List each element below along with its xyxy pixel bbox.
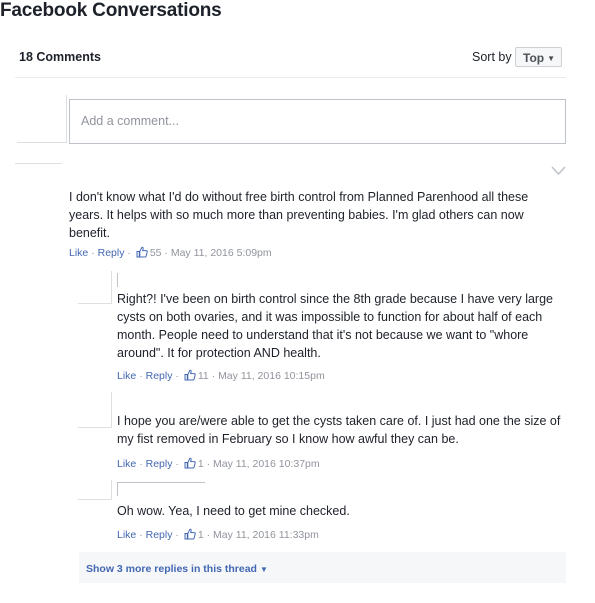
like-count: 55	[149, 247, 162, 259]
composer-avatar	[17, 95, 67, 143]
sort-label: Sort by	[472, 50, 512, 64]
thumbs-up-icon	[184, 528, 196, 540]
caret-down-icon: ▼	[259, 565, 268, 574]
reply-avatar	[78, 271, 112, 304]
reply-link[interactable]: Reply	[98, 247, 125, 259]
reply-text: Oh wow. Yea, I need to get mine checked.	[117, 504, 350, 518]
comment-count: 18 Comments	[19, 50, 101, 64]
timestamp: May 11, 2016 10:37pm	[213, 458, 320, 470]
like-count: 1	[197, 529, 204, 541]
comment-input[interactable]	[70, 100, 572, 142]
reply-indicator	[117, 482, 118, 496]
reply-actions: Like · Reply · 11 · May 11, 2016 10:15pm	[117, 369, 325, 382]
like-count: 11	[197, 370, 209, 382]
chevron-down-icon[interactable]	[551, 165, 566, 176]
reply-link[interactable]: Reply	[146, 458, 173, 470]
reply-avatar	[78, 392, 112, 428]
comment-actions: Like · Reply · 55 · May 11, 2016 5:09pm	[69, 246, 272, 259]
sort-value: Top	[523, 51, 545, 65]
page-title: Facebook Conversations	[0, 0, 222, 21]
like-link[interactable]: Like	[117, 529, 136, 541]
reply-actions: Like · Reply · 1 · May 11, 2016 10:37pm	[117, 457, 320, 470]
like-link[interactable]: Like	[117, 370, 136, 382]
section-divider	[15, 163, 62, 164]
reply-indicator	[117, 482, 205, 483]
timestamp: May 11, 2016 5:09pm	[170, 247, 272, 259]
caret-down-icon: ▼	[547, 54, 556, 63]
like-count: 1	[197, 458, 204, 470]
reply-text: I hope you are/were able to get the cyst…	[117, 414, 561, 446]
timestamp: May 11, 2016 11:33pm	[213, 529, 319, 541]
sort-dropdown[interactable]: Top ▼	[515, 47, 563, 67]
comment-composer	[69, 99, 572, 144]
reply-avatar	[78, 480, 112, 500]
reply-link[interactable]: Reply	[146, 370, 173, 382]
reply-actions: Like · Reply · 1 · May 11, 2016 11:33pm	[117, 528, 319, 541]
header-divider	[15, 77, 566, 78]
thumbs-up-icon	[184, 457, 196, 469]
comment-avatar	[16, 175, 64, 177]
like-link[interactable]: Like	[117, 458, 136, 470]
thumbs-up-icon	[184, 369, 196, 381]
timestamp: May 11, 2016 10:15pm	[218, 370, 325, 382]
reply-link[interactable]: Reply	[146, 529, 173, 541]
reply-text: Right?! I've been on birth control since…	[117, 292, 553, 360]
like-link[interactable]: Like	[69, 247, 88, 259]
thumbs-up-icon	[136, 246, 148, 258]
show-more-replies-link[interactable]: Show 3 more replies in this thread ▼	[86, 563, 268, 575]
reply-indicator	[117, 273, 118, 287]
comment-text: I don't know what I'd do without free bi…	[69, 190, 529, 240]
